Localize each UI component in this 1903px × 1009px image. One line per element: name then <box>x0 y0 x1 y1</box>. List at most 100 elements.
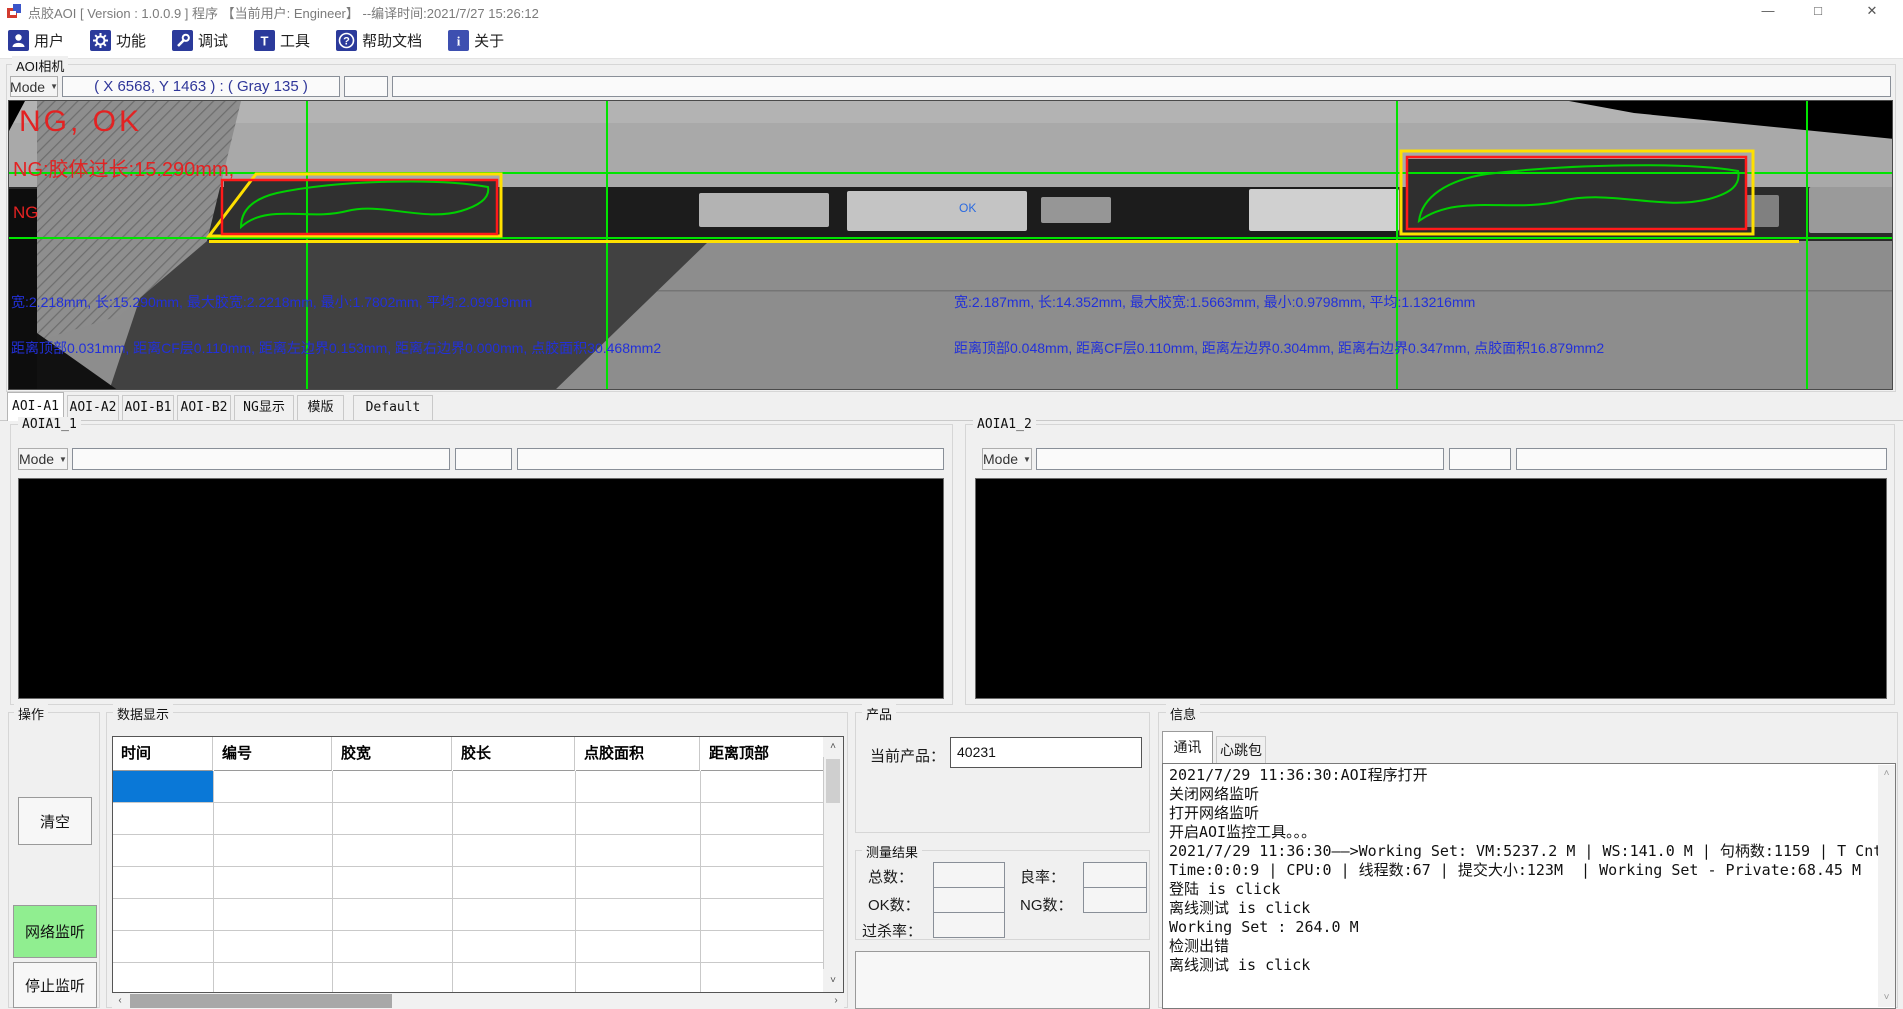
overkill-input[interactable] <box>933 912 1005 938</box>
panel2-image-area[interactable] <box>975 478 1887 699</box>
ok-label: OK <box>959 201 976 215</box>
log-line: 离线测试 is click <box>1163 899 1895 918</box>
right-metrics-line1: 宽:2.187mm, 长:14.352mm, 最大胶宽:1.5663mm, 最小… <box>954 292 1475 312</box>
log-output[interactable]: 2021/7/29 11:36:30:AOI程序打开 关闭网络监听 打开网络监听… <box>1162 763 1896 1009</box>
panel2-field-3[interactable] <box>1516 448 1887 470</box>
notes-panel[interactable] <box>855 951 1150 1009</box>
panel1-mode-label: Mode <box>19 451 54 467</box>
network-listen-button[interactable]: 网络监听 <box>13 905 97 958</box>
left-metrics-line1: 宽:2.218mm, 长:15.290mm, 最大胶宽:2.2218mm, 最小… <box>11 292 532 312</box>
tabstrip-divider <box>0 420 1903 421</box>
panel1-field-3[interactable] <box>517 448 944 470</box>
tab-comms[interactable]: 通讯 <box>1162 731 1213 763</box>
wrench-icon <box>172 30 193 51</box>
help-icon: ? <box>336 30 357 51</box>
svg-text:?: ? <box>343 35 350 47</box>
svg-text:T: T <box>261 33 269 48</box>
ng-count-label: NG数： <box>1020 894 1073 915</box>
toolbar-help-label: 帮助文档 <box>362 30 422 51</box>
ng-count-input[interactable] <box>1083 887 1147 913</box>
scroll-up-icon[interactable]: ˄ <box>823 737 843 757</box>
camera-mode-label: Mode <box>10 79 45 95</box>
col-header-glue-width[interactable]: 胶宽 <box>333 737 452 771</box>
panel1-field-2[interactable] <box>455 448 512 470</box>
col-header-time[interactable]: 时间 <box>113 737 213 771</box>
toolbar-user[interactable]: 用户 <box>8 30 64 51</box>
log-line: 开启AOI监控工具。。。 <box>1163 823 1895 842</box>
col-header-id[interactable]: 编号 <box>214 737 332 771</box>
product-group-label: 产品 <box>862 704 896 723</box>
chevron-down-icon: ▼ <box>1023 455 1031 464</box>
col-header-distance-top[interactable]: 距离顶部 <box>701 737 823 771</box>
toolbar-user-label: 用户 <box>34 30 64 51</box>
left-metrics-line2: 距离顶部0.031mm, 距离CF层0.110mm, 距离左边界0.153mm,… <box>11 338 661 358</box>
log-line: 离线测试 is click <box>1163 956 1895 975</box>
product-groupbox <box>855 712 1150 833</box>
table-grid[interactable] <box>113 771 823 992</box>
panel1-image-area[interactable] <box>18 478 944 699</box>
col-header-glue-length[interactable]: 胶长 <box>453 737 575 771</box>
yield-label: 良率： <box>1020 866 1065 887</box>
yield-input[interactable] <box>1083 862 1147 888</box>
col-header-glue-area[interactable]: 点胶面积 <box>576 737 700 771</box>
scroll-right-icon[interactable]: › <box>828 993 844 1009</box>
main-toolbar: 用户 功能 调试 T 工具 ? 帮助文档 i 关于 <box>0 22 1903 59</box>
scroll-left-icon[interactable]: ‹ <box>112 993 128 1009</box>
camera-viewport[interactable]: NG, OK NG:胶体过长:15.290mm, NG OK 宽:2.218mm… <box>8 100 1893 390</box>
tab-ng-display[interactable]: NG显示 <box>234 395 294 420</box>
total-input[interactable] <box>933 862 1005 888</box>
clear-button[interactable]: 清空 <box>18 797 92 845</box>
info-group-label: 信息 <box>1166 704 1200 723</box>
camera-small-field[interactable] <box>344 76 388 97</box>
overkill-label: 过杀率： <box>862 920 922 941</box>
ok-count-input[interactable] <box>933 887 1005 913</box>
tab-default[interactable]: Default <box>353 395 433 420</box>
tab-aoi-b2[interactable]: AOI-B2 <box>177 395 231 420</box>
hscrollbar-thumb[interactable] <box>130 994 392 1008</box>
close-button[interactable]: ✕ <box>1845 0 1899 22</box>
panel1-field-1[interactable] <box>72 448 450 470</box>
minimize-button[interactable]: — <box>1745 0 1791 22</box>
camera-mode-dropdown[interactable]: Mode▼ <box>10 76 58 97</box>
toolbar-tools-label: 工具 <box>280 30 310 51</box>
current-product-input[interactable]: 40231 <box>950 737 1142 768</box>
panel1-mode-dropdown[interactable]: Mode▼ <box>18 448 68 470</box>
panel2-mode-dropdown[interactable]: Mode ▼ <box>982 448 1032 470</box>
maximize-button[interactable]: □ <box>1795 0 1841 22</box>
toolbar-function[interactable]: 功能 <box>90 30 146 51</box>
toolbar-tools[interactable]: T 工具 <box>254 30 310 51</box>
scroll-down-icon[interactable]: ˅ <box>1878 989 1895 1007</box>
data-display-group-label: 数据显示 <box>113 704 173 723</box>
log-line: Working Set : 264.0 M <box>1163 918 1895 937</box>
tab-aoi-b1[interactable]: AOI-B1 <box>122 395 174 420</box>
camera-wide-field[interactable] <box>392 76 1891 97</box>
ok-count-label: OK数： <box>868 894 920 915</box>
log-line: Time:0:0:9 | CPU:0 | 线程数:67 | 提交大小:123M … <box>1163 861 1895 880</box>
scroll-down-icon[interactable]: ˅ <box>823 969 843 992</box>
toolbar-help[interactable]: ? 帮助文档 <box>336 30 422 51</box>
toolbar-debug[interactable]: 调试 <box>172 30 228 51</box>
vscrollbar-thumb[interactable] <box>826 759 840 803</box>
tab-template[interactable]: 模版 <box>297 395 344 420</box>
results-group-label: 测量结果 <box>862 842 922 861</box>
current-product-label: 当前产品： <box>870 745 945 766</box>
log-line: 2021/7/29 11:36:30——>Working Set: VM:523… <box>1163 842 1895 861</box>
scroll-up-icon[interactable]: ˄ <box>1878 765 1895 783</box>
panel2-mode-label: Mode <box>983 451 1018 467</box>
selected-cell[interactable] <box>113 771 213 802</box>
toolbar-about[interactable]: i 关于 <box>448 30 504 51</box>
about-icon: i <box>448 30 469 51</box>
stop-listen-button[interactable]: 停止监听 <box>13 962 97 1008</box>
pixel-readout-field[interactable]: ( X 6568, Y 1463 ) : ( Gray 135 ) <box>62 76 340 97</box>
status-text: NG, OK <box>19 105 142 139</box>
log-line: 登陆 is click <box>1163 880 1895 899</box>
tool-icon: T <box>254 30 275 51</box>
log-line: 打开网络监听 <box>1163 804 1895 823</box>
tab-heartbeat[interactable]: 心跳包 <box>1216 736 1266 763</box>
panel2-field-1[interactable] <box>1036 448 1444 470</box>
panel2-field-2[interactable] <box>1449 448 1511 470</box>
title-bar: 点胶AOI [ Version : 1.0.0.9 ] 程序 【当前用户: En… <box>0 0 1903 22</box>
app-icon <box>6 3 22 19</box>
log-line: 2021/7/29 11:36:30:AOI程序打开 <box>1163 766 1895 785</box>
log-scrollbar[interactable] <box>1878 765 1895 1007</box>
